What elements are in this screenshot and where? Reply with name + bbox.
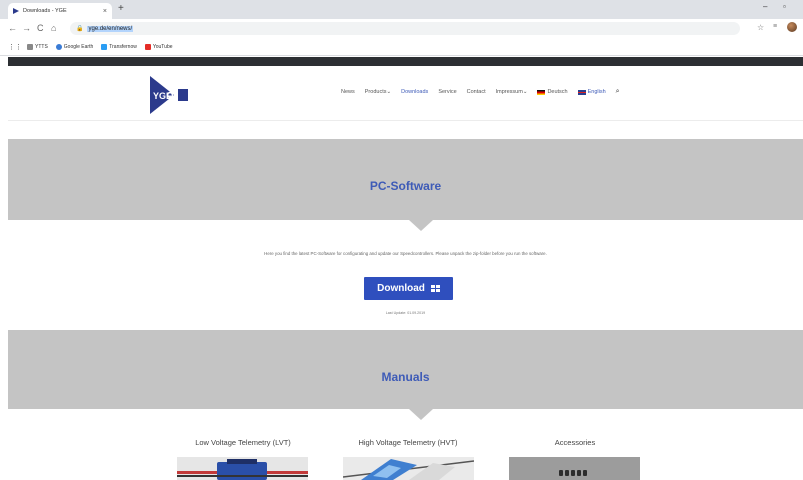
new-tab-button[interactable]: + bbox=[118, 3, 124, 15]
apps-icon[interactable]: ⋮⋮ bbox=[8, 43, 22, 51]
banner-arrow bbox=[409, 220, 433, 231]
nav-english-label: English bbox=[587, 89, 606, 95]
back-button[interactable]: ← bbox=[8, 23, 17, 33]
bookmark-icon bbox=[55, 44, 62, 50]
bookmark-label: YouTube bbox=[152, 44, 173, 50]
bookmarks-bar: ⋮⋮ YTTS Google Earth Transfernow YouTube bbox=[0, 39, 803, 56]
search-icon[interactable]: ⌕ bbox=[616, 88, 620, 96]
nav-contact[interactable]: Contact bbox=[467, 89, 486, 95]
lock-icon: 🔒 bbox=[76, 26, 84, 32]
nav-impressum-label: Impressum bbox=[495, 89, 523, 95]
uk-flag-icon bbox=[577, 89, 586, 95]
nav-deutsch-label: Deutsch bbox=[547, 89, 568, 95]
browser-toolbar: ← → C ⌂ 🔒 yge.de/en/news/ bbox=[0, 19, 803, 39]
manual-column-title: High Voltage Telemetry (HVT) bbox=[358, 438, 458, 447]
logo-graphic: YGE bbox=[150, 76, 188, 114]
browser-tabstrip: Downloads - YGE × + – ▫ bbox=[0, 0, 803, 19]
main-nav: News Products ⌄ Downloads Service Contac… bbox=[341, 88, 620, 96]
pc-software-banner: PC-Software bbox=[8, 139, 803, 231]
bookmark-item[interactable]: Google Earth bbox=[55, 44, 94, 50]
bookmark-icon bbox=[101, 44, 108, 50]
nav-products[interactable]: Products ⌄ bbox=[365, 89, 391, 95]
youtube-icon bbox=[144, 44, 151, 50]
pc-software-title: PC-Software bbox=[369, 179, 442, 193]
address-bar[interactable]: 🔒 yge.de/en/news/ bbox=[70, 22, 740, 35]
site-logo[interactable]: YGE bbox=[148, 76, 196, 114]
bookmark-item[interactable]: YouTube bbox=[144, 44, 173, 50]
logo-text: YGE bbox=[153, 91, 172, 101]
bookmark-star-icon[interactable]: ☆ bbox=[757, 23, 764, 32]
bookmark-item[interactable]: Transfernow bbox=[101, 44, 137, 50]
favicon-icon bbox=[13, 7, 20, 15]
minimize-button[interactable]: – bbox=[763, 2, 767, 11]
manual-column-title: Accessories bbox=[554, 438, 596, 447]
reading-list-icon[interactable]: ≡ bbox=[773, 23, 777, 30]
maximize-button[interactable]: ▫ bbox=[783, 2, 786, 11]
download-button[interactable]: Download bbox=[364, 277, 453, 300]
tab-close-icon[interactable]: × bbox=[103, 8, 107, 15]
nav-english[interactable]: English bbox=[577, 89, 606, 95]
browser-tab[interactable]: Downloads - YGE × bbox=[8, 3, 112, 19]
home-button[interactable]: ⌂ bbox=[51, 23, 56, 33]
bookmark-label: Google Earth bbox=[63, 44, 94, 50]
site-topbar bbox=[8, 57, 803, 66]
manual-column-title: Low Voltage Telemetry (LVT) bbox=[195, 438, 291, 447]
windows-icon bbox=[430, 285, 440, 292]
site-header: YGE News Products ⌄ Downloads Service Co… bbox=[8, 66, 803, 121]
download-label: Download bbox=[377, 283, 425, 294]
url-text[interactable]: yge.de/en/news/ bbox=[87, 25, 134, 32]
manuals-banner: Manuals bbox=[8, 330, 803, 420]
nav-products-label: Products bbox=[364, 89, 387, 95]
bookmark-item[interactable]: YTTS bbox=[27, 44, 48, 50]
nav-downloads[interactable]: Downloads bbox=[401, 89, 428, 95]
chevron-down-icon: ⌄ bbox=[386, 89, 392, 95]
nav-news[interactable]: News bbox=[341, 89, 355, 95]
hvt-product-image[interactable] bbox=[343, 457, 474, 480]
accessories-product-image[interactable] bbox=[509, 457, 640, 480]
chevron-down-icon: ⌄ bbox=[522, 89, 528, 95]
nav-service[interactable]: Service bbox=[438, 89, 456, 95]
bookmark-label: YTTS bbox=[35, 44, 48, 50]
last-update-text: Last Update: 01.09.2019 bbox=[385, 311, 426, 315]
banner-arrow bbox=[409, 409, 433, 420]
forward-button[interactable]: → bbox=[22, 23, 31, 33]
profile-avatar[interactable] bbox=[787, 22, 797, 32]
bookmark-label: Transfernow bbox=[109, 44, 137, 50]
lvt-product-image[interactable] bbox=[177, 457, 308, 480]
german-flag-icon bbox=[537, 89, 546, 95]
bookmark-icon bbox=[27, 44, 33, 50]
reload-button[interactable]: C bbox=[37, 23, 44, 33]
tab-title: Downloads - YGE bbox=[23, 8, 67, 14]
nav-deutsch[interactable]: Deutsch bbox=[537, 89, 568, 95]
nav-impressum[interactable]: Impressum ⌄ bbox=[496, 89, 528, 95]
pc-software-intro: Here you find the latest PC-Software for… bbox=[264, 251, 547, 256]
manuals-title: Manuals bbox=[381, 370, 430, 384]
